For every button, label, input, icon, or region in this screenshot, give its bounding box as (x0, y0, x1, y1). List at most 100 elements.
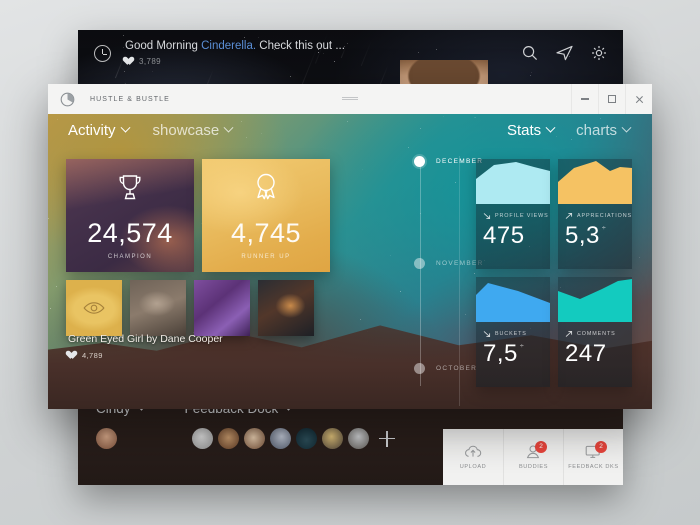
profile-views-label: PROFILE VIEWS (495, 213, 549, 219)
chevron-down-icon (120, 122, 130, 133)
greeting-suffix: Check this out ... (256, 40, 345, 52)
comments-value: 247 (565, 340, 607, 367)
trend-down-icon (483, 213, 491, 220)
avatar[interactable] (218, 428, 239, 449)
tab-stats-label: Stats (506, 122, 542, 139)
stats-grid: PROFILE VIEWS 475 APPRECIATIONS 5,3 ÷ BU… (476, 159, 632, 387)
thumbnail-row (66, 280, 330, 336)
buckets-value-wrap: 7,5 ÷ (483, 340, 527, 368)
avatar[interactable] (96, 428, 117, 449)
timeline-item-october[interactable]: OCTOBER (414, 363, 477, 374)
gear-icon[interactable] (591, 45, 607, 61)
timeline-axis (419, 162, 421, 386)
avatar[interactable] (322, 428, 343, 449)
big-card-row: 24,574 CHAMPION 4,745 RUNNER UP (66, 159, 330, 272)
profile-views-area-chart (476, 162, 550, 204)
thumbnail-purple-abstract[interactable] (194, 280, 250, 336)
content-navigation: Activity showcase Stats charts (48, 114, 652, 152)
stat-card-appreciations[interactable]: APPRECIATIONS 5,3 ÷ (558, 159, 632, 269)
chevron-down-icon (545, 122, 556, 133)
stat-card-comments[interactable]: COMMENTS 247 (558, 277, 632, 387)
thumbnail-dark-portrait[interactable] (258, 280, 314, 336)
avatar[interactable] (296, 428, 317, 449)
ribbon-award-icon (252, 172, 280, 202)
upload-button[interactable]: UPLOAD (443, 429, 503, 485)
hustle-bustle-window: HUSTLE & BUSTLE Activity showcase Stats … (48, 84, 652, 409)
window-content: Activity showcase Stats charts 24,574 CH… (48, 114, 652, 409)
buckets-area-chart (476, 283, 550, 322)
appreciations-value: 5,3 (565, 222, 600, 249)
buckets-header: BUCKETS (483, 330, 527, 338)
timeline-item-november[interactable]: NOVEMBER (414, 258, 484, 269)
profile-views-header: PROFILE VIEWS (483, 212, 549, 220)
trophy-icon (115, 172, 145, 202)
greeting-text: Good Morning Cinderella. Check this out … (125, 40, 345, 52)
greeting-block: Good Morning Cinderella. Check this out … (125, 40, 345, 66)
buddies-button[interactable]: BUDDIES 2 (503, 429, 563, 485)
profile-views-info: PROFILE VIEWS 475 (483, 212, 549, 250)
thumbnail-portrait-2[interactable] (130, 280, 186, 336)
timeline-item-december[interactable]: DECEMBER (414, 156, 483, 167)
buckets-value: 7,5 (483, 340, 518, 367)
runner-up-card[interactable]: 4,745 RUNNER UP (202, 159, 330, 272)
champion-label: CHAMPION (107, 253, 153, 260)
comments-header: COMMENTS (565, 330, 616, 338)
tab-activity[interactable]: Activity (68, 122, 130, 139)
caption-like-count: 4,789 (68, 351, 223, 360)
stat-card-buckets[interactable]: BUCKETS 7,5 ÷ (476, 277, 550, 387)
clock-icon (94, 44, 111, 62)
tab-stats[interactable]: Stats (506, 122, 556, 139)
greeting-name[interactable]: Cinderella. (201, 40, 256, 52)
maximize-button[interactable] (598, 84, 625, 114)
eye-icon (66, 280, 122, 336)
close-button[interactable] (625, 84, 652, 114)
buddies-badge: 2 (535, 441, 547, 453)
tab-activity-label: Activity (68, 122, 116, 139)
heart-icon (68, 351, 77, 360)
send-icon[interactable] (556, 45, 573, 61)
window-drag-handle[interactable] (342, 97, 358, 101)
comments-info: COMMENTS 247 (565, 330, 616, 368)
profile-views-value: 475 (483, 222, 525, 249)
tab-charts[interactable]: charts (576, 122, 632, 139)
avatar[interactable] (244, 428, 265, 449)
runner-up-label: RUNNER UP (241, 253, 291, 260)
search-icon[interactable] (522, 45, 538, 61)
window-title: HUSTLE & BUSTLE (90, 95, 170, 103)
appreciations-header: APPRECIATIONS (565, 212, 632, 220)
minimize-button[interactable] (571, 84, 598, 114)
background-topbar: Good Morning Cinderella. Check this out … (78, 30, 623, 76)
action-button-group: UPLOAD BUDDIES 2 FEEDBACK DKS 2 (443, 429, 623, 485)
topbar-icon-group (522, 45, 607, 61)
avatar[interactable] (270, 428, 291, 449)
stat-card-profile-views[interactable]: PROFILE VIEWS 475 (476, 159, 550, 269)
pie-chart-icon (60, 92, 75, 106)
add-buddy-button[interactable] (379, 430, 395, 447)
timeline-dot (414, 258, 425, 269)
buddies-label: BUDDIES (518, 464, 549, 470)
champion-card[interactable]: 24,574 CHAMPION (66, 159, 194, 272)
comments-value-wrap: 247 (565, 340, 616, 368)
profile-views-value-wrap: 475 (483, 222, 549, 250)
featured-caption: Green Eyed Girl by Dane Cooper 4,789 (68, 333, 223, 360)
feedback-button[interactable]: FEEDBACK DKS 2 (563, 429, 623, 485)
caption-like-value: 4,789 (82, 351, 103, 360)
avatar[interactable] (192, 428, 213, 449)
screenshot-root: Good Morning Cinderella. Check this out … (0, 0, 700, 525)
trend-up-icon (565, 330, 573, 337)
window-controls (571, 84, 652, 114)
champion-value: 24,574 (87, 217, 173, 248)
buckets-suffix: ÷ (519, 343, 525, 350)
thumbnail-green-eyed-girl[interactable] (66, 280, 122, 336)
buckets-label: BUCKETS (495, 331, 527, 337)
appreciations-value-wrap: 5,3 ÷ (565, 222, 632, 250)
nav-right-group: Stats charts (506, 122, 632, 139)
avatar-row (96, 428, 395, 449)
window-title-bar[interactable]: HUSTLE & BUSTLE (48, 84, 652, 114)
chevron-down-icon (621, 122, 632, 133)
avatar[interactable] (348, 428, 369, 449)
tab-showcase-label: showcase (152, 122, 220, 139)
feedback-badge: 2 (595, 441, 607, 453)
tab-showcase[interactable]: showcase (152, 122, 234, 139)
cloud-upload-icon (465, 445, 482, 457)
